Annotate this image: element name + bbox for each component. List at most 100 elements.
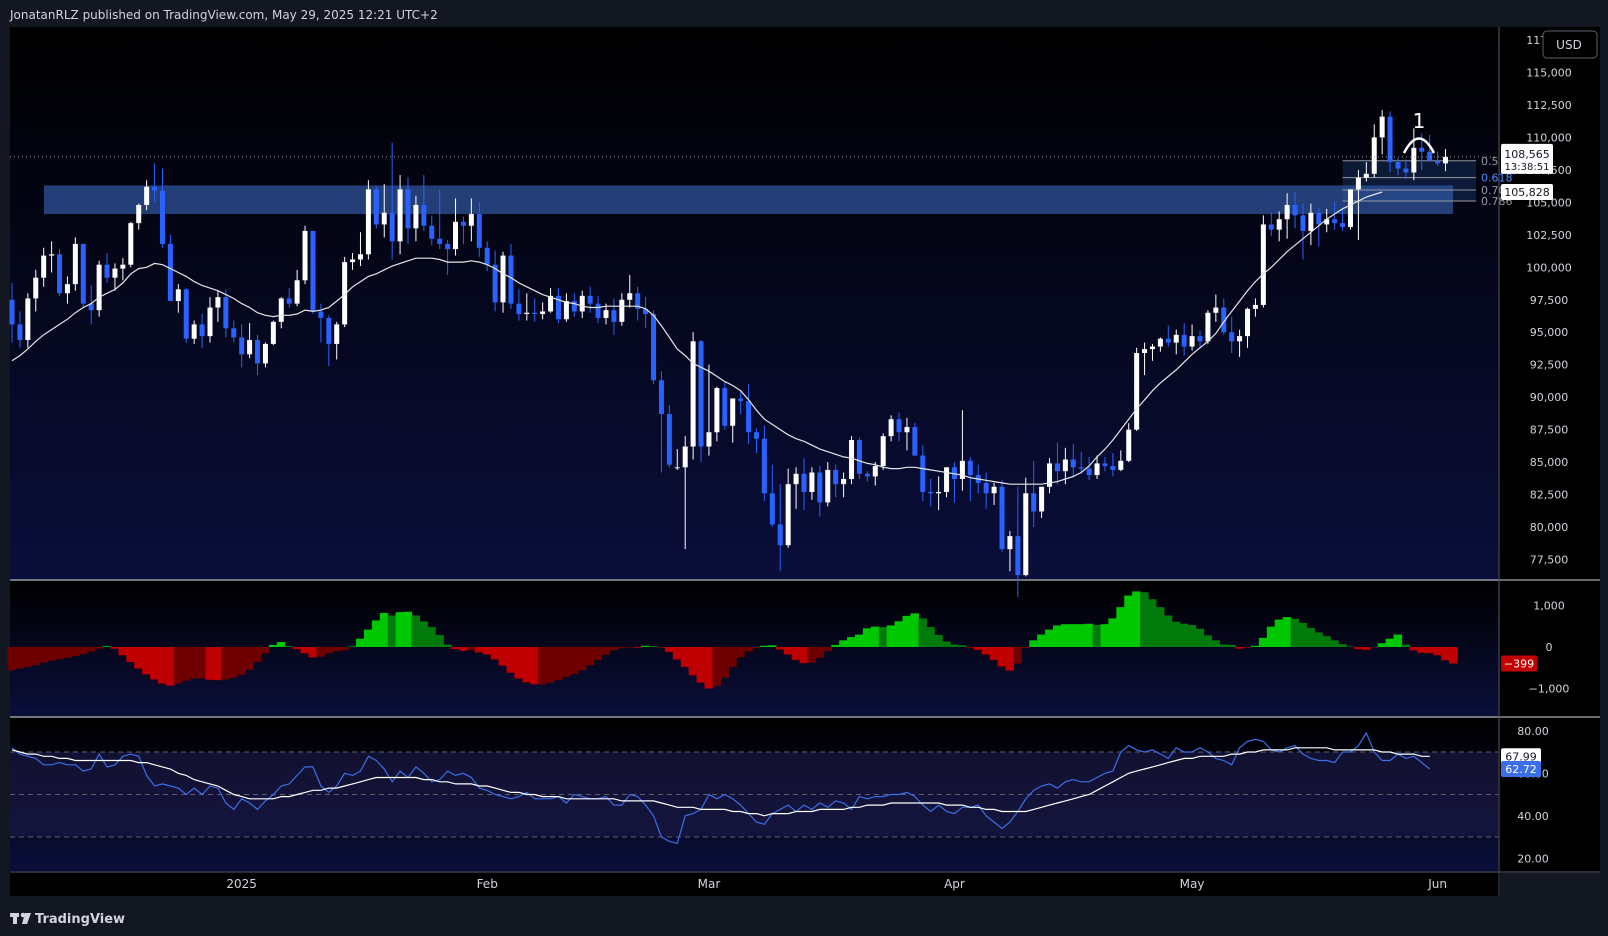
candle-body (904, 427, 910, 433)
oscillator-bar (783, 647, 793, 655)
oscillator-bar (23, 647, 32, 667)
candle-body (294, 280, 300, 304)
oscillator-bar (356, 638, 365, 647)
oscillator-bar (1258, 637, 1268, 647)
fib-retracement-area[interactable] (1342, 160, 1476, 202)
fib-level-label: 0.5 (1481, 155, 1499, 168)
candle-body (17, 324, 23, 341)
oscillator-bar (815, 647, 824, 658)
candle-body (72, 243, 78, 285)
tradingview-brand[interactable]: TradingView (35, 912, 125, 927)
candle-body (595, 303, 601, 318)
candle-body (1435, 160, 1441, 164)
oscillator-bar (498, 647, 508, 666)
candle-body (500, 255, 506, 303)
oscillator-bar (490, 647, 500, 660)
oscillator-bar (1361, 647, 1371, 650)
candle-body (1197, 336, 1203, 342)
candle-body (1411, 147, 1417, 173)
oscillator-bar (62, 647, 72, 658)
oscillator-bar (1298, 622, 1308, 647)
currency-button-label[interactable]: USD (1556, 38, 1582, 52)
candle-body (1276, 219, 1282, 230)
candle-body (524, 312, 530, 315)
chart-canvas[interactable]: 0.50.6180.7020.786 117,500115,000112,500… (0, 0, 1608, 932)
candle-body (476, 214, 482, 248)
candle-body (563, 301, 569, 320)
oscillator-bar (379, 612, 389, 647)
candle-body (1308, 212, 1314, 231)
candle-body (777, 524, 783, 546)
candle-body (1070, 459, 1076, 468)
oscillator-bar (894, 621, 904, 647)
oscillator-bar (1052, 625, 1062, 647)
candle-body (1205, 312, 1211, 342)
candle-body (746, 401, 752, 433)
candle-body (1252, 304, 1258, 309)
oscillator-bar (1045, 629, 1054, 647)
candle-body (357, 254, 363, 260)
oscillator-bar (363, 629, 373, 647)
oscillator-bar (189, 647, 199, 679)
candle-body (1419, 147, 1425, 152)
oscillator-bar (767, 645, 777, 647)
oscillator-bar (1448, 647, 1458, 664)
candle-body (128, 223, 134, 265)
candle-body (682, 446, 688, 468)
candle-body (310, 230, 316, 312)
price-tick-label: 102,500 (1526, 229, 1572, 242)
oscillator-bar (260, 647, 270, 654)
oscillator-bar (997, 647, 1007, 667)
oscillator-bar (973, 647, 983, 650)
oscillator-bar (601, 647, 611, 655)
oscillator-bar (47, 647, 56, 661)
candle-body (223, 297, 229, 329)
oscillator-bar (902, 615, 912, 647)
candle-body (793, 473, 799, 485)
oscillator-bar (1243, 647, 1252, 648)
candle-body (532, 312, 538, 315)
time-axis-label: Feb (477, 877, 498, 891)
oscillator-bar (237, 647, 246, 675)
tradingview-logo-icon[interactable] (10, 912, 31, 924)
demand-zone[interactable] (44, 185, 1453, 215)
candle-body (1355, 177, 1361, 190)
candle-body (999, 486, 1005, 550)
chart-screenshot: 0.50.6180.7020.786 117,500115,000112,500… (0, 0, 1608, 932)
candle-body (33, 277, 39, 299)
candle-body (1062, 459, 1068, 472)
oscillator-bar (7, 647, 17, 671)
candle-body (167, 243, 173, 302)
candle-body (421, 204, 427, 226)
oscillator-bar (1179, 623, 1189, 647)
oscillator-bar (712, 647, 721, 687)
candle-body (247, 340, 253, 355)
oscillator-bar (1187, 625, 1197, 647)
candle-body (722, 388, 728, 426)
candle-body (619, 299, 625, 322)
candle-body (912, 427, 918, 456)
oscillator-bar (395, 612, 405, 647)
candle-body (318, 311, 324, 318)
candle-body (1102, 463, 1108, 467)
candle-body (1395, 162, 1401, 169)
wave-label[interactable]: 1 (1413, 109, 1426, 133)
oscillator-bar (316, 647, 325, 657)
oscillator-bar (1005, 647, 1014, 671)
oscillator-bar (886, 625, 896, 647)
oscillator-bar (403, 611, 413, 647)
candle-body (144, 186, 150, 205)
oscillator-bar (1377, 643, 1387, 647)
oscillator-bar (1013, 647, 1022, 664)
current-price-label: 108,565 (1504, 148, 1550, 161)
candle-body (674, 467, 680, 469)
candle-body (1213, 307, 1219, 313)
oscillator-bar (1195, 628, 1205, 647)
candle-body (817, 472, 823, 503)
candle-body (849, 440, 855, 479)
candle-body (920, 455, 926, 492)
oscillator-bar (1155, 607, 1165, 647)
oscillator-bar (609, 647, 618, 651)
candle-body (445, 243, 451, 250)
candle-body (112, 268, 118, 278)
